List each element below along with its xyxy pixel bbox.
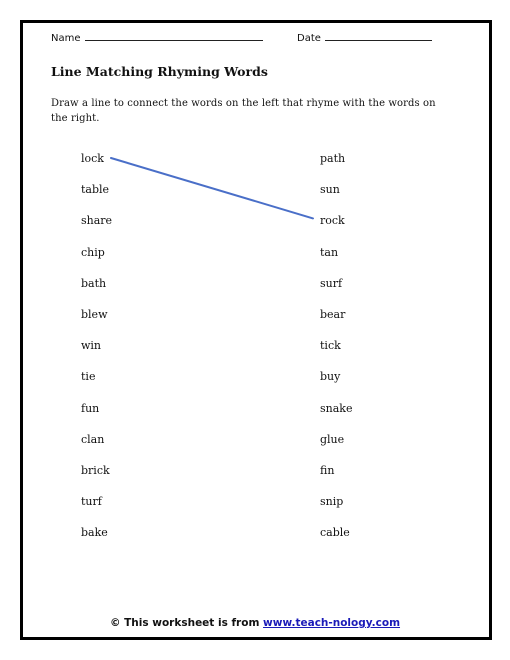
left-word-chip[interactable]: chip	[81, 246, 105, 259]
right-word-path[interactable]: path	[320, 152, 345, 165]
left-word-clan[interactable]: clan	[81, 433, 104, 446]
worksheet-title: Line Matching Rhyming Words	[51, 64, 268, 79]
right-word-snip[interactable]: snip	[320, 495, 343, 508]
right-word-sun[interactable]: sun	[320, 183, 340, 196]
left-word-bake[interactable]: bake	[81, 526, 108, 539]
right-word-surf[interactable]: surf	[320, 277, 342, 290]
footer-text: © This worksheet is from	[109, 617, 264, 629]
left-word-fun[interactable]: fun	[81, 402, 99, 415]
right-word-buy[interactable]: buy	[320, 370, 340, 383]
right-word-tick[interactable]: tick	[320, 339, 341, 352]
left-word-blew[interactable]: blew	[81, 308, 108, 321]
instructions: Draw a line to connect the words on the …	[51, 98, 436, 124]
left-word-win[interactable]: win	[81, 339, 101, 352]
date-label: Date	[297, 33, 321, 44]
left-word-table[interactable]: table	[81, 183, 109, 196]
left-word-bath[interactable]: bath	[81, 277, 106, 290]
name-blank[interactable]	[84, 31, 263, 41]
left-word-brick[interactable]: brick	[81, 464, 110, 477]
right-word-cable[interactable]: cable	[320, 526, 350, 539]
right-word-rock[interactable]: rock	[320, 214, 345, 227]
right-word-snake[interactable]: snake	[320, 402, 352, 415]
name-field: Name	[51, 31, 263, 44]
date-blank[interactable]	[324, 31, 432, 41]
right-word-tan[interactable]: tan	[320, 246, 338, 259]
left-word-share[interactable]: share	[81, 214, 112, 227]
left-word-lock[interactable]: lock	[81, 152, 104, 165]
right-word-glue[interactable]: glue	[320, 433, 344, 446]
left-word-tie[interactable]: tie	[81, 370, 95, 383]
footer-link[interactable]: www.teach-nology.com	[263, 617, 400, 629]
left-word-turf[interactable]: turf	[81, 495, 102, 508]
name-label: Name	[51, 33, 81, 44]
footer: © This worksheet is from www.teach-nolog…	[0, 617, 510, 629]
date-field: Date	[297, 31, 432, 44]
right-word-bear[interactable]: bear	[320, 308, 345, 321]
right-word-fin[interactable]: fin	[320, 464, 334, 477]
